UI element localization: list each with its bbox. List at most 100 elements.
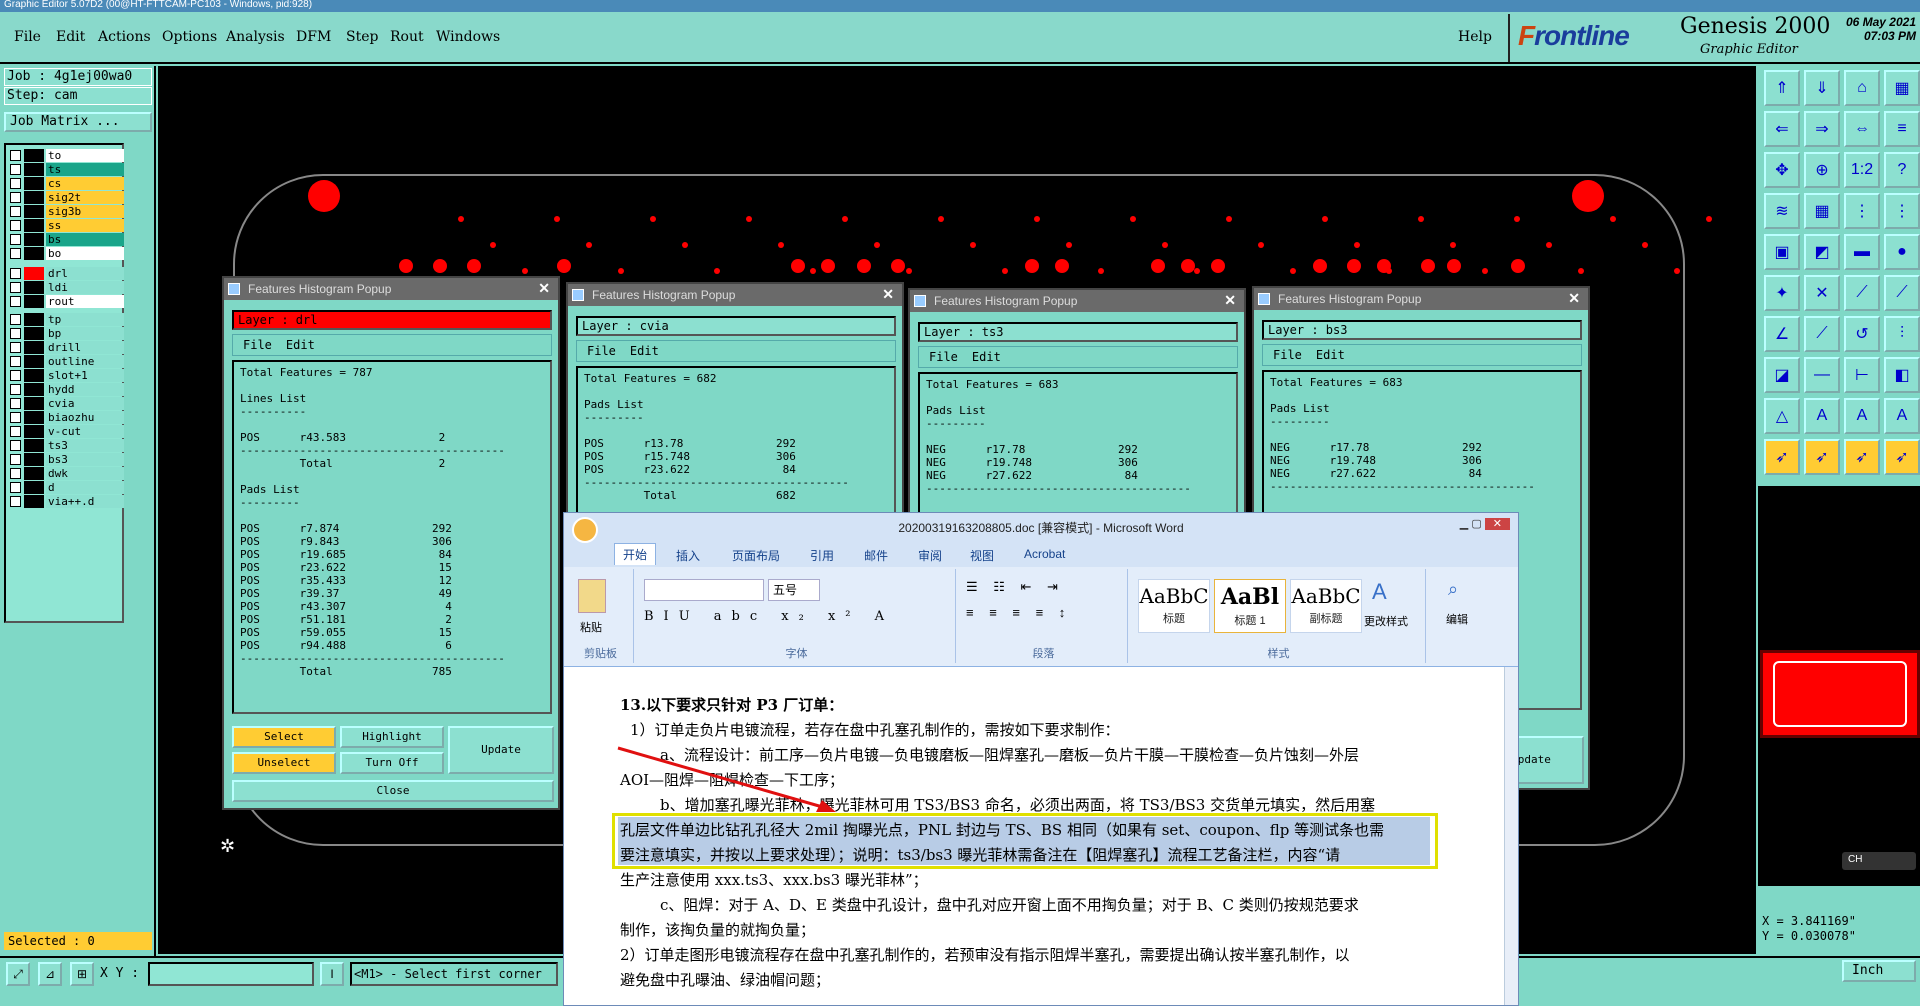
layer-checkbox[interactable] xyxy=(10,164,21,175)
layer-row[interactable]: slot+1 xyxy=(8,369,124,383)
layer-row[interactable]: bp xyxy=(8,327,124,341)
layer-row[interactable]: sig2t xyxy=(8,191,124,205)
tool-icon[interactable]: — xyxy=(1804,357,1840,393)
menu-dfm[interactable]: DFM xyxy=(296,29,331,45)
layer-name[interactable]: d xyxy=(46,481,124,494)
layer-checkbox[interactable] xyxy=(10,496,21,507)
menu-edit[interactable]: Edit xyxy=(56,29,85,45)
tool-icon[interactable]: ▦ xyxy=(1884,70,1920,106)
tab-review[interactable]: 审阅 xyxy=(918,547,942,564)
popup-menu-edit[interactable]: Edit xyxy=(286,338,315,352)
paste-icon[interactable] xyxy=(578,579,606,613)
layer-name[interactable]: hydd xyxy=(46,383,124,396)
layer-checkbox[interactable] xyxy=(10,282,21,293)
tab-references[interactable]: 引用 xyxy=(810,547,834,564)
layer-row[interactable]: ts xyxy=(8,163,124,177)
layer-name[interactable]: bp xyxy=(46,327,124,340)
update-button[interactable]: Update xyxy=(448,726,554,774)
style-heading-1[interactable]: AaBl 标题 1 xyxy=(1214,579,1286,633)
tool-icon[interactable]: A xyxy=(1884,398,1920,434)
layer-checkbox[interactable] xyxy=(10,268,21,279)
layer-name[interactable]: tp xyxy=(46,313,124,326)
tool-icon[interactable]: ◩ xyxy=(1804,234,1840,270)
layer-name[interactable]: dwk xyxy=(46,467,124,480)
layer-checkbox[interactable] xyxy=(10,296,21,307)
layer-checkbox[interactable] xyxy=(10,342,21,353)
tool-icon[interactable]: ▬ xyxy=(1844,234,1880,270)
highlight-button[interactable]: Highlight xyxy=(340,726,444,748)
popup-menu-edit[interactable]: Edit xyxy=(972,350,1001,364)
tab-layout[interactable]: 页面布局 xyxy=(732,547,780,564)
layer-checkbox[interactable] xyxy=(10,192,21,203)
tab-acrobat[interactable]: Acrobat xyxy=(1024,547,1065,561)
layer-row[interactable]: v-cut xyxy=(8,425,124,439)
tool-icon[interactable]: ✕ xyxy=(1804,275,1840,311)
vertical-scrollbar[interactable] xyxy=(1504,667,1518,1005)
zoom-icon[interactable]: ⤢ xyxy=(6,962,30,986)
layer-name[interactable]: bs xyxy=(46,233,124,246)
layer-name[interactable]: sig2t xyxy=(46,191,124,204)
layer-checkbox[interactable] xyxy=(10,150,21,161)
document-body[interactable]: 13.以下要求只针对 P3 厂订单： 1）订单走负片电镀流程，若存在盘中孔塞孔制作… xyxy=(564,667,1504,1005)
menu-file[interactable]: File xyxy=(14,29,41,45)
layer-row[interactable]: d xyxy=(8,481,124,495)
layer-checkbox[interactable] xyxy=(10,328,21,339)
tool-icon[interactable]: ∠ xyxy=(1764,316,1800,352)
xy-input[interactable] xyxy=(148,962,314,986)
layer-checkbox[interactable] xyxy=(10,384,21,395)
layer-row[interactable]: cs xyxy=(8,177,124,191)
layer-row[interactable]: drill xyxy=(8,341,124,355)
tool-icon[interactable]: ⇓ xyxy=(1804,70,1840,106)
tool-icon[interactable]: A xyxy=(1804,398,1840,434)
measure-icon[interactable]: ⊿ xyxy=(38,962,62,986)
layer-row[interactable]: hydd xyxy=(8,383,124,397)
tool-icon[interactable]: ≡ xyxy=(1884,111,1920,147)
tool-icon[interactable]: ▣ xyxy=(1764,234,1800,270)
tool-icon[interactable]: ⟋ xyxy=(1804,316,1840,352)
style-heading[interactable]: AaBbC 标题 xyxy=(1138,579,1210,633)
tool-icon[interactable]: ⇐ xyxy=(1764,111,1800,147)
font-name-select[interactable] xyxy=(644,579,764,601)
layer-name[interactable]: v-cut xyxy=(46,425,124,438)
unselect-button[interactable]: Unselect xyxy=(232,752,336,774)
cursor-icon[interactable]: I xyxy=(320,962,344,986)
tool-icon[interactable]: ⊢ xyxy=(1844,357,1880,393)
font-size-select[interactable]: 五号 xyxy=(768,579,820,601)
tab-mailings[interactable]: 邮件 xyxy=(864,547,888,564)
layer-checkbox[interactable] xyxy=(10,178,21,189)
change-styles-icon[interactable]: A xyxy=(1372,579,1387,605)
close-icon[interactable]: ✕ xyxy=(538,278,550,298)
popup-menu-file[interactable]: File xyxy=(587,344,616,358)
tool-icon[interactable]: ⇒ xyxy=(1804,111,1840,147)
layer-checkbox[interactable] xyxy=(10,468,21,479)
menu-options[interactable]: Options xyxy=(162,29,217,45)
tool-icon[interactable]: A xyxy=(1844,398,1880,434)
grid-icon[interactable]: ⊞ xyxy=(70,962,94,986)
layer-checkbox[interactable] xyxy=(10,314,21,325)
tool-icon[interactable]: ◪ xyxy=(1764,357,1800,393)
format-buttons[interactable]: BIU abc x₂ x² A xyxy=(644,609,894,624)
layer-name[interactable]: ss xyxy=(46,219,124,232)
tool-icon[interactable]: ⊕ xyxy=(1804,152,1840,188)
menu-help[interactable]: Help xyxy=(1458,29,1492,45)
layer-name[interactable]: biaozhu xyxy=(46,411,124,424)
close-icon[interactable]: ✕ xyxy=(1568,288,1580,308)
find-icon[interactable]: ⌕ xyxy=(1448,579,1458,600)
layer-row[interactable]: biaozhu xyxy=(8,411,124,425)
layer-row[interactable]: dwk xyxy=(8,467,124,481)
align-buttons[interactable]: ≡ ≡ ≡ ≡ ↕ xyxy=(966,605,1071,620)
tool-icon[interactable]: 1:2 xyxy=(1844,152,1880,188)
menu-analysis[interactable]: Analysis xyxy=(226,29,285,45)
close-button[interactable]: Close xyxy=(232,780,554,802)
tool-icon[interactable]: ➶ xyxy=(1884,439,1920,475)
layer-name[interactable]: ldi xyxy=(46,281,124,294)
layer-name[interactable]: bs3 xyxy=(46,453,124,466)
tool-icon[interactable]: △ xyxy=(1764,398,1800,434)
job-matrix-button[interactable]: Job Matrix ... xyxy=(4,112,152,132)
layer-name[interactable]: rout xyxy=(46,295,124,308)
layer-row[interactable]: sig3b xyxy=(8,205,124,219)
layer-row[interactable]: ts3 xyxy=(8,439,124,453)
layer-row[interactable]: ldi xyxy=(8,281,124,295)
office-button-icon[interactable] xyxy=(572,517,598,543)
layer-checkbox[interactable] xyxy=(10,398,21,409)
